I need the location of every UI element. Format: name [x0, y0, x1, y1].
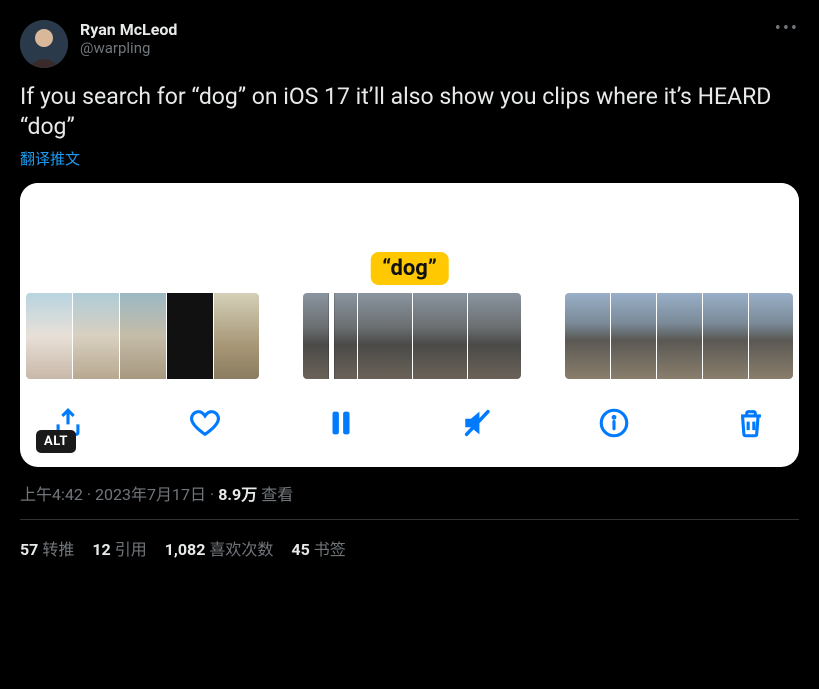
clip-group[interactable]	[565, 293, 793, 379]
clip-frame	[565, 293, 610, 379]
playhead[interactable]	[329, 293, 334, 379]
author-block: Ryan McLeod @warpling	[80, 20, 177, 57]
quotes-stat[interactable]: 12 引用	[92, 536, 146, 560]
tweet-time[interactable]: 上午4:42	[20, 481, 83, 505]
tweet-header: Ryan McLeod @warpling •••	[20, 20, 799, 68]
media-toolbar	[20, 379, 799, 451]
search-match-tag: “dog”	[370, 252, 449, 285]
display-name[interactable]: Ryan McLeod	[80, 20, 177, 39]
likes-value: 1,082	[165, 540, 206, 559]
clip-frame	[413, 293, 467, 379]
likes-label: 喜欢次数	[209, 540, 273, 559]
clip-frame	[120, 293, 166, 379]
handle[interactable]: @warpling	[80, 39, 177, 57]
likes-stat[interactable]: 1,082喜欢次数	[165, 536, 274, 560]
info-icon[interactable]	[594, 403, 634, 443]
sep: ·	[210, 485, 214, 504]
tweet-card: Ryan McLeod @warpling ••• If you search …	[6, 6, 813, 560]
clip-frame	[358, 293, 412, 379]
translate-link[interactable]: 翻译推文	[20, 148, 80, 169]
retweets-value: 57	[20, 540, 38, 559]
heart-icon[interactable]	[185, 403, 225, 443]
bookmarks-value: 45	[291, 540, 309, 559]
clip-frame	[26, 293, 72, 379]
tweet-text: If you search for “dog” on iOS 17 it’ll …	[20, 82, 799, 142]
speaker-muted-icon[interactable]	[458, 403, 498, 443]
clip-group[interactable]	[26, 293, 259, 379]
tweet-meta: 上午4:42 · 2023年7月17日 · 8.9万 查看	[20, 481, 799, 520]
views-label: 查看	[261, 481, 293, 505]
clip-frame	[167, 293, 213, 379]
avatar[interactable]	[20, 20, 68, 68]
trash-icon[interactable]	[731, 403, 771, 443]
media-card[interactable]: “dog”	[20, 183, 799, 467]
clip-frame	[214, 293, 259, 379]
quotes-value: 12	[92, 540, 110, 559]
views-value: 8.9万	[218, 481, 257, 505]
clip-frame	[611, 293, 656, 379]
alt-badge[interactable]: ALT	[36, 430, 76, 453]
clip-frame	[703, 293, 748, 379]
pause-icon[interactable]	[321, 403, 361, 443]
clips-row	[20, 293, 799, 379]
more-icon[interactable]: •••	[775, 18, 799, 39]
clip-frame	[468, 293, 521, 379]
sep: ·	[87, 485, 91, 504]
clip-frame	[749, 293, 793, 379]
bookmarks-stat[interactable]: 45 书签	[291, 536, 345, 560]
bookmarks-label: 书签	[314, 540, 346, 559]
retweets-stat[interactable]: 57转推	[20, 536, 74, 560]
stats-row: 57转推 12 引用 1,082喜欢次数 45 书签	[20, 520, 799, 560]
quotes-label: 引用	[115, 540, 147, 559]
clip-frame	[657, 293, 702, 379]
tweet-date[interactable]: 2023年7月17日	[95, 481, 206, 505]
retweets-label: 转推	[42, 540, 74, 559]
clip-frame	[73, 293, 119, 379]
clip-group[interactable]	[303, 293, 521, 379]
media-top: “dog”	[20, 183, 799, 293]
